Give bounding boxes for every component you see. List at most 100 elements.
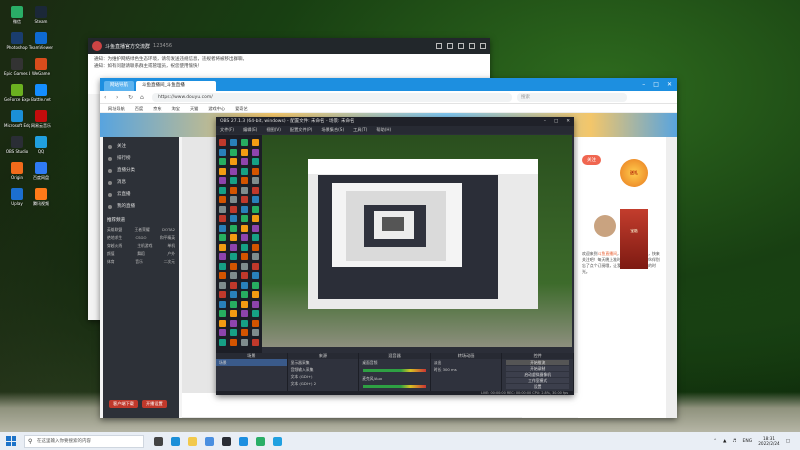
browser-search-input[interactable]: 搜索 bbox=[517, 92, 627, 102]
bookmark-item[interactable]: 游戏中心 bbox=[208, 104, 225, 112]
desktop-icon[interactable]: Origin bbox=[4, 160, 30, 186]
desktop-icon[interactable]: Uplay bbox=[4, 186, 30, 212]
group-avatar[interactable] bbox=[92, 41, 102, 51]
stream-settings-button[interactable]: 开播设置 bbox=[141, 400, 167, 408]
desktop-icon[interactable]: Steam bbox=[28, 4, 54, 30]
scene-item[interactable]: 场景 bbox=[216, 359, 287, 366]
forward-icon[interactable]: › bbox=[116, 94, 123, 101]
desktop-icon[interactable]: 腾讯视频 bbox=[28, 186, 54, 212]
category-link[interactable]: 二次元 bbox=[164, 258, 175, 266]
task-view-icon[interactable] bbox=[154, 436, 163, 446]
edge-icon[interactable] bbox=[171, 436, 180, 446]
input-language[interactable]: ENG bbox=[743, 439, 753, 444]
bookmark-item[interactable]: 爱奇艺 bbox=[235, 104, 248, 112]
obs-menu-item[interactable]: 视图(V) bbox=[266, 126, 281, 134]
category-link[interactable]: 王者荣耀 bbox=[135, 226, 150, 234]
home-icon[interactable]: ⌂ bbox=[140, 94, 147, 101]
clock[interactable]: 18:31 2022/2/24 bbox=[758, 436, 779, 446]
desktop-icon[interactable]: Photoshop bbox=[4, 30, 30, 56]
home-icon[interactable] bbox=[447, 43, 453, 49]
bookmark-item[interactable]: 网址导航 bbox=[108, 104, 125, 112]
category-link[interactable]: CSGO bbox=[136, 234, 147, 242]
chat-taskbar-icon[interactable] bbox=[256, 436, 265, 446]
start-stream-button[interactable]: 开始推流 bbox=[506, 360, 569, 365]
browser-taskbar-icon[interactable] bbox=[239, 436, 248, 446]
obs-menu-item[interactable]: 文件(F) bbox=[220, 126, 234, 134]
start-record-button[interactable]: 开始录制 bbox=[506, 366, 569, 371]
notification-icon[interactable]: □ bbox=[786, 439, 790, 444]
taskbar-search-input[interactable]: 在这里输入你要搜索的内容 bbox=[24, 434, 144, 448]
category-link[interactable]: 穿越火线 bbox=[107, 242, 122, 250]
tab-nav[interactable]: 网站导航 bbox=[104, 81, 134, 91]
source-item[interactable]: 显示器采集 bbox=[288, 359, 359, 366]
desktop-icon[interactable]: OBS Studio bbox=[4, 134, 30, 160]
desktop-icon[interactable]: 微信 bbox=[4, 4, 30, 30]
desktop-icon[interactable]: Epic Games Launcher bbox=[4, 56, 30, 82]
category-link[interactable]: 舞蹈 bbox=[137, 250, 145, 258]
desktop-icon[interactable]: GeForce Experience bbox=[4, 82, 30, 108]
chevron-up-icon[interactable]: ⌃ bbox=[713, 439, 717, 444]
start-button[interactable] bbox=[4, 434, 18, 448]
qq-taskbar-icon[interactable] bbox=[273, 436, 282, 446]
category-link[interactable]: 主机游戏 bbox=[137, 242, 152, 250]
obs-menu-item[interactable]: 配置文件(P) bbox=[290, 126, 313, 134]
page-scrollbar[interactable] bbox=[666, 137, 677, 418]
sidebar-item[interactable]: 消息 bbox=[103, 177, 179, 189]
obs-menu-item[interactable]: 场景集合(S) bbox=[321, 126, 344, 134]
settings-button[interactable]: 设置 bbox=[506, 384, 569, 389]
video-call-icon[interactable] bbox=[436, 43, 442, 49]
close-icon[interactable]: ✕ bbox=[566, 117, 570, 126]
category-link[interactable]: 绝地求生 bbox=[107, 234, 122, 242]
apps-icon[interactable] bbox=[458, 43, 464, 49]
store-icon[interactable] bbox=[205, 436, 214, 446]
source-item[interactable]: 文本 (GDI+) bbox=[288, 373, 359, 380]
file-explorer-icon[interactable] bbox=[188, 436, 197, 446]
download-client-button[interactable]: 客户端下载 bbox=[109, 400, 138, 408]
tab-douyu[interactable]: 斗鱼直播间_斗鱼直播 bbox=[136, 81, 216, 91]
menu-icon[interactable] bbox=[480, 43, 486, 49]
obs-menu-item[interactable]: 工具(T) bbox=[353, 126, 367, 134]
source-item[interactable]: 文本 (GDI+) 2 bbox=[288, 380, 359, 387]
category-link[interactable]: 英雄联盟 bbox=[107, 226, 122, 234]
virtual-camera-button[interactable]: 启动虚拟摄像机 bbox=[506, 372, 569, 377]
audio-meter[interactable] bbox=[363, 385, 426, 388]
desktop-icon[interactable]: 网易云音乐 bbox=[28, 108, 54, 134]
category-link[interactable]: 单机 bbox=[167, 242, 175, 250]
bookmark-item[interactable]: 天猫 bbox=[190, 104, 198, 112]
category-link[interactable]: 颜值 bbox=[107, 250, 115, 258]
bookmark-item[interactable]: 京东 bbox=[153, 104, 161, 112]
obs-taskbar-icon[interactable] bbox=[222, 436, 231, 446]
bookmark-item[interactable]: 百度 bbox=[135, 104, 143, 112]
sidebar-item[interactable]: 排行榜 bbox=[103, 153, 179, 165]
sidebar-item[interactable]: 直播分类 bbox=[103, 165, 179, 177]
source-item[interactable]: 音频输入采集 bbox=[288, 366, 359, 373]
close-icon[interactable]: ✕ bbox=[667, 81, 672, 88]
category-link[interactable]: 和平精英 bbox=[160, 234, 175, 242]
bookmark-item[interactable]: 淘宝 bbox=[172, 104, 180, 112]
obs-menu-item[interactable]: 编辑(E) bbox=[243, 126, 257, 134]
address-bar[interactable]: https://www.douyu.com/ bbox=[152, 92, 512, 102]
transition-select[interactable]: 淡出 bbox=[431, 359, 502, 366]
studio-mode-button[interactable]: 工作室模式 bbox=[506, 378, 569, 383]
desktop-icon[interactable]: TeamViewer bbox=[28, 30, 54, 56]
maximize-icon[interactable]: □ bbox=[554, 117, 558, 126]
category-link[interactable]: 音乐 bbox=[135, 258, 143, 266]
minimize-icon[interactable]: – bbox=[642, 81, 645, 88]
settings-icon[interactable] bbox=[469, 43, 475, 49]
category-link[interactable]: 户外 bbox=[167, 250, 175, 258]
sidebar-item[interactable]: 关注 bbox=[103, 141, 179, 153]
minimize-icon[interactable]: – bbox=[544, 117, 546, 126]
desktop-icon[interactable]: Battle.net bbox=[28, 82, 54, 108]
desktop-icon[interactable]: Microsoft Edge bbox=[4, 108, 30, 134]
category-link[interactable]: DOTA2 bbox=[162, 226, 175, 234]
back-icon[interactable]: ‹ bbox=[104, 94, 111, 101]
anchor-avatar[interactable] bbox=[594, 215, 616, 237]
transition-duration[interactable]: 时长 300 ms bbox=[431, 366, 502, 373]
sidebar-item[interactable]: 云直播 bbox=[103, 189, 179, 201]
maximize-icon[interactable]: □ bbox=[653, 81, 659, 88]
audio-meter[interactable] bbox=[363, 369, 426, 372]
follow-button[interactable]: 关注 bbox=[582, 155, 601, 165]
volume-icon[interactable]: ♬ bbox=[733, 439, 737, 444]
desktop-icon[interactable]: WeGame bbox=[28, 56, 54, 82]
refresh-icon[interactable]: ↻ bbox=[128, 94, 135, 101]
